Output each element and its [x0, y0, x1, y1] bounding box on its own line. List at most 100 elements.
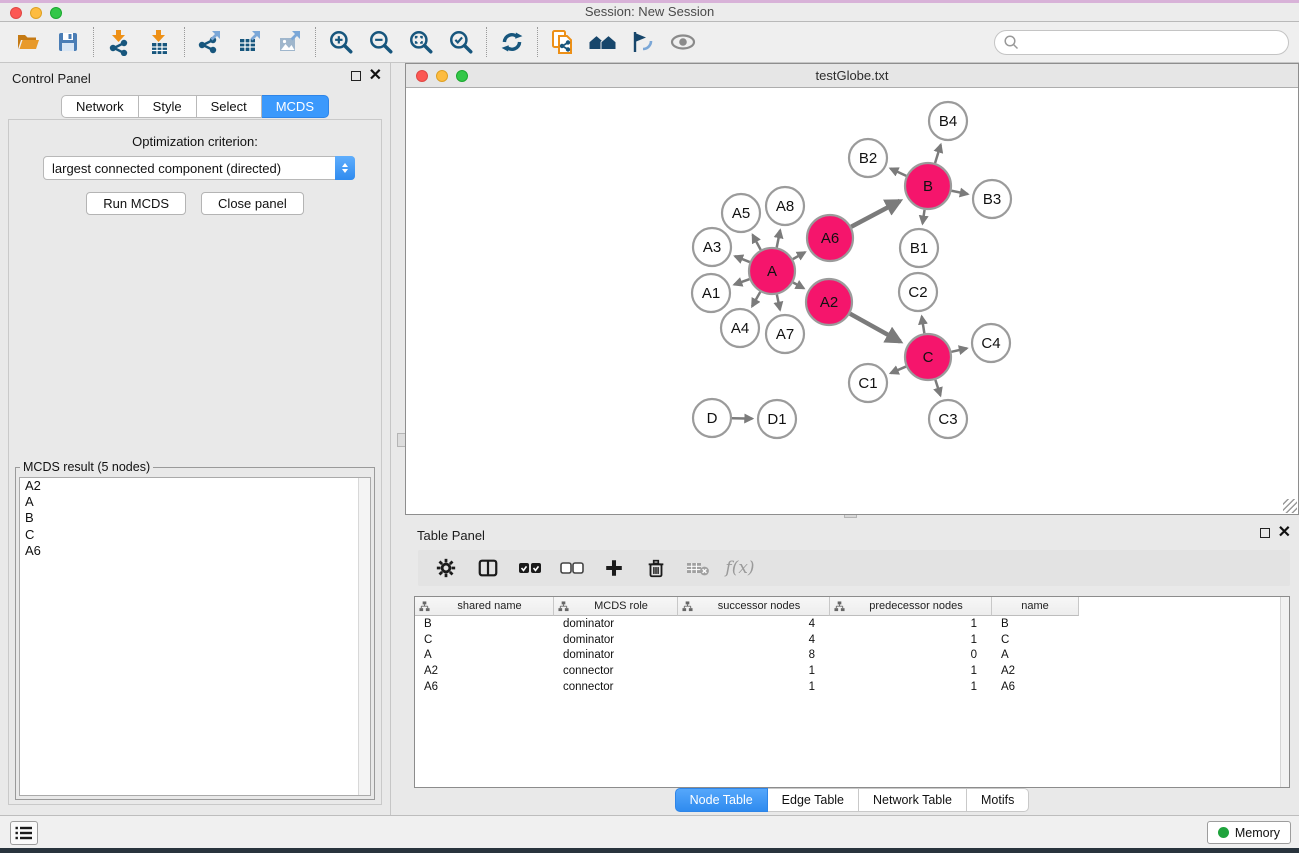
- memory-button[interactable]: Memory: [1207, 821, 1291, 844]
- minimize-window-button[interactable]: [436, 70, 448, 82]
- graph-node-B3[interactable]: B3: [973, 180, 1011, 218]
- graph-node-B4[interactable]: B4: [929, 102, 967, 140]
- zoom-in-button[interactable]: [321, 25, 361, 59]
- zoom-selected-button[interactable]: [441, 25, 481, 59]
- show-hide-button[interactable]: [663, 25, 703, 59]
- table-cell[interactable]: A2: [415, 665, 554, 677]
- graph-edge-A-A2[interactable]: [793, 282, 804, 288]
- column-header-predecessor-nodes[interactable]: predecessor nodes: [830, 597, 992, 616]
- graph-edge-C-C4[interactable]: [951, 348, 966, 351]
- graph-edge-A-A1[interactable]: [734, 279, 749, 284]
- zoom-fit-button[interactable]: [401, 25, 441, 59]
- mcds-result-item[interactable]: A: [20, 494, 370, 510]
- table-row[interactable]: A2connector11A2: [415, 663, 1289, 679]
- float-panel-icon[interactable]: [351, 71, 361, 81]
- table-cell[interactable]: A: [415, 649, 554, 661]
- graph-node-D[interactable]: D: [693, 399, 731, 437]
- table-row[interactable]: A6connector11A6: [415, 679, 1289, 695]
- mcds-result-item[interactable]: C: [20, 527, 370, 543]
- graph-node-A3[interactable]: A3: [693, 228, 731, 266]
- table-cell[interactable]: dominator: [554, 649, 678, 661]
- graph-edge-B-B3[interactable]: [952, 191, 968, 194]
- tab-network-table[interactable]: Network Table: [859, 788, 967, 812]
- graph-node-A7[interactable]: A7: [766, 315, 804, 353]
- table-scrollbar[interactable]: [1280, 597, 1289, 787]
- graph-edge-C-C2[interactable]: [922, 316, 925, 333]
- graph-edge-B-B1[interactable]: [923, 210, 925, 224]
- criterion-dropdown[interactable]: largest connected component (directed): [43, 156, 355, 180]
- table-options-button[interactable]: [430, 553, 462, 583]
- mcds-result-item[interactable]: A2: [20, 478, 370, 494]
- table-cell[interactable]: 8: [678, 649, 830, 661]
- float-panel-icon[interactable]: [1260, 528, 1270, 538]
- table-cell[interactable]: dominator: [554, 618, 678, 630]
- export-table-button[interactable]: [230, 25, 270, 59]
- table-cell[interactable]: A6: [415, 681, 554, 693]
- graph-node-A6[interactable]: A6: [807, 215, 853, 261]
- column-header-name[interactable]: name: [992, 597, 1079, 616]
- table-row[interactable]: Bdominator41B: [415, 616, 1289, 632]
- table-cell[interactable]: 0: [830, 649, 992, 661]
- export-network-button[interactable]: [190, 25, 230, 59]
- graph-edge-A-A7[interactable]: [777, 295, 780, 310]
- graph-node-A2[interactable]: A2: [806, 279, 852, 325]
- mcds-result-item[interactable]: A6: [20, 543, 370, 559]
- unselect-all-columns-button[interactable]: [556, 553, 588, 583]
- network-canvas[interactable]: AA1A2A3A4A5A6A7A8BB1B2B3B4CC1C2C3C4DD1: [406, 88, 1298, 514]
- close-window-button[interactable]: [416, 70, 428, 82]
- table-row[interactable]: Cdominator41C: [415, 632, 1289, 648]
- close-panel-icon[interactable]: ✕: [1278, 527, 1291, 539]
- table-row[interactable]: Adominator80A: [415, 647, 1289, 663]
- table-cell[interactable]: 1: [830, 665, 992, 677]
- mcds-result-item[interactable]: B: [20, 510, 370, 526]
- graph-node-A5[interactable]: A5: [722, 194, 760, 232]
- column-header-successor-nodes[interactable]: successor nodes: [678, 597, 830, 616]
- create-column-button[interactable]: [598, 553, 630, 583]
- graph-edge-B-B4[interactable]: [935, 145, 941, 163]
- minimize-window-button[interactable]: [30, 7, 42, 19]
- import-network-button[interactable]: [99, 25, 139, 59]
- graph-edge-A-A8[interactable]: [777, 230, 780, 247]
- network-graph[interactable]: AA1A2A3A4A5A6A7A8BB1B2B3B4CC1C2C3C4DD1: [406, 88, 1298, 514]
- select-all-columns-button[interactable]: [514, 553, 546, 583]
- table-cell[interactable]: C: [415, 634, 554, 646]
- graph-node-C[interactable]: C: [905, 334, 951, 380]
- window-controls[interactable]: [10, 7, 62, 19]
- table-cell[interactable]: 1: [830, 618, 992, 630]
- graph-node-B1[interactable]: B1: [900, 229, 938, 267]
- close-window-button[interactable]: [10, 7, 22, 19]
- open-session-button[interactable]: [8, 25, 48, 59]
- delete-column-button[interactable]: [640, 553, 672, 583]
- task-history-button[interactable]: [10, 821, 38, 845]
- graph-node-A8[interactable]: A8: [766, 187, 804, 225]
- export-image-button[interactable]: [270, 25, 310, 59]
- tab-style[interactable]: Style: [139, 95, 197, 118]
- column-header-mcds-role[interactable]: MCDS role: [554, 597, 678, 616]
- table-mode-button[interactable]: [472, 553, 504, 583]
- graph-edge-A-A5[interactable]: [753, 235, 761, 250]
- table-cell[interactable]: B: [992, 618, 1079, 630]
- graph-node-A1[interactable]: A1: [692, 274, 730, 312]
- graph-edge-A-A3[interactable]: [735, 256, 750, 262]
- tab-select[interactable]: Select: [197, 95, 262, 118]
- graph-edge-C-C3[interactable]: [935, 380, 940, 396]
- graph-node-C1[interactable]: C1: [849, 364, 887, 402]
- graph-edge-A-A4[interactable]: [752, 292, 760, 306]
- search-input[interactable]: [994, 30, 1289, 55]
- graph-node-A[interactable]: A: [749, 248, 795, 294]
- refresh-view-button[interactable]: [492, 25, 532, 59]
- tab-mcds[interactable]: MCDS: [262, 95, 329, 118]
- maximize-window-button[interactable]: [50, 7, 62, 19]
- graph-edge-A2-C[interactable]: [850, 314, 900, 342]
- table-cell[interactable]: A6: [992, 681, 1079, 693]
- save-session-button[interactable]: [48, 25, 88, 59]
- network-window-titlebar[interactable]: testGlobe.txt: [406, 64, 1298, 88]
- graph-node-C4[interactable]: C4: [972, 324, 1010, 362]
- graph-node-B[interactable]: B: [905, 163, 951, 209]
- maximize-window-button[interactable]: [456, 70, 468, 82]
- table-cell[interactable]: dominator: [554, 634, 678, 646]
- table-cell[interactable]: connector: [554, 681, 678, 693]
- tab-edge-table[interactable]: Edge Table: [768, 788, 859, 812]
- graph-edge-C-C1[interactable]: [891, 367, 906, 374]
- table-cell[interactable]: connector: [554, 665, 678, 677]
